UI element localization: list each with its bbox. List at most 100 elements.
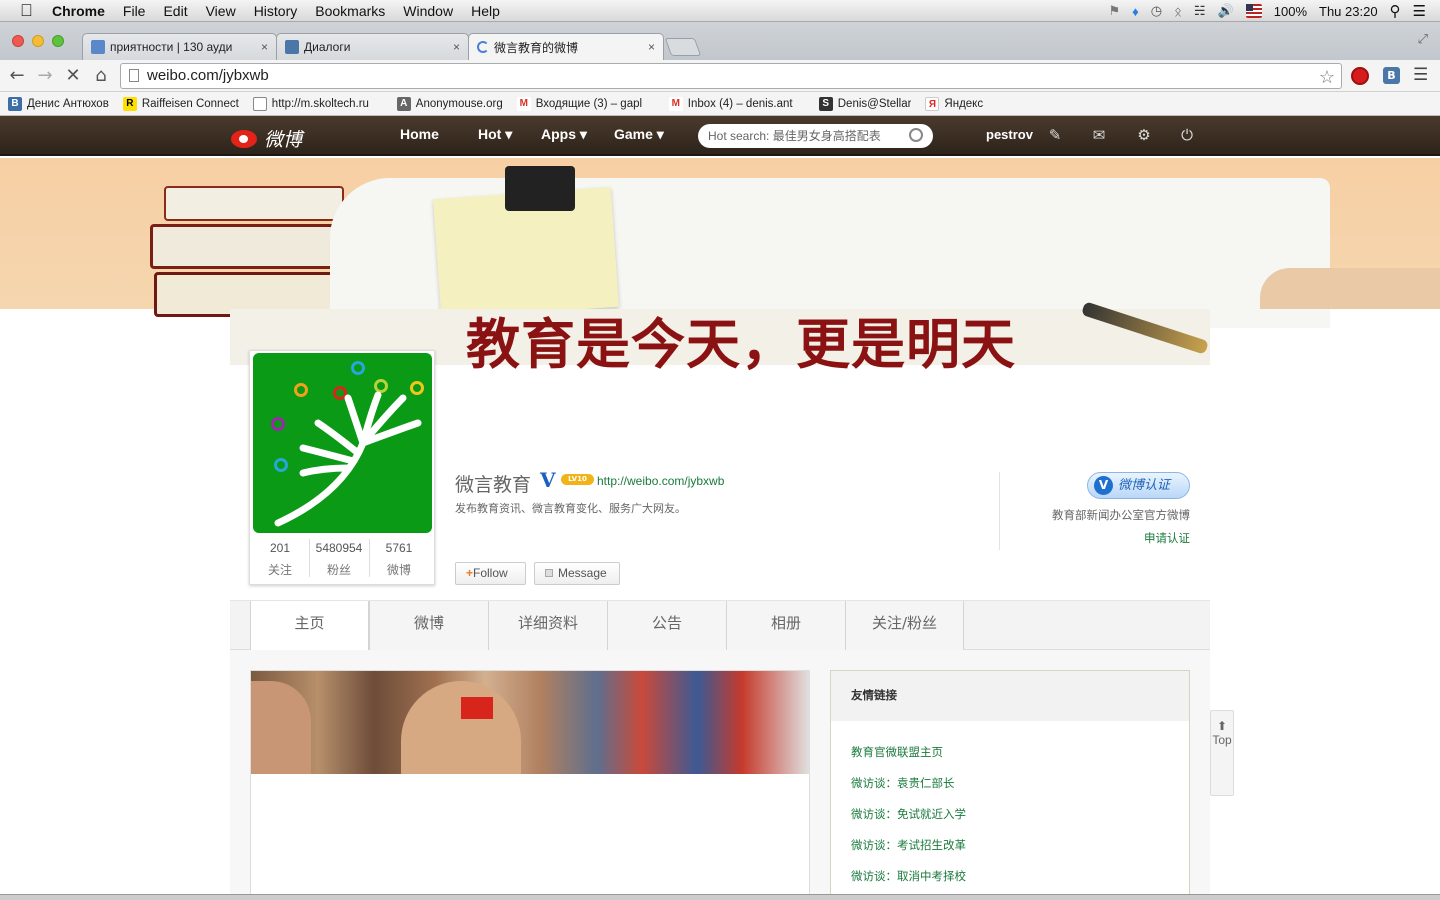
mail-icon[interactable]: ✉ [1090,126,1108,144]
follow-button[interactable]: +Follow [455,562,526,585]
browser-tab-strip: приятности | 130 ауди × Диалоги × 微言教育的微… [0,22,1440,60]
logout-icon[interactable]: ⏻ [1178,126,1196,144]
stat-value: 201 [269,541,291,555]
stop-loading-icon[interactable]: ✕ [63,66,83,86]
feature-photo-card [250,670,810,900]
stat-followers[interactable]: 5480954 粉丝 [309,541,369,578]
spotlight-icon[interactable]: ⚲ [1390,2,1401,20]
friend-link[interactable]: 微访谈：考试招生改革 [851,837,966,853]
window-zoom-button[interactable] [52,35,64,47]
address-url[interactable]: weibo.com/jybxwb [147,67,269,84]
hot-search-input[interactable]: Hot search: 最佳男女身高搭配表 [698,124,933,148]
bookmark-3[interactable]: http://m.skoltech.ru [252,96,383,111]
menu-help[interactable]: Help [471,3,500,19]
volume-icon[interactable]: 🔊 [1218,3,1234,19]
fullscreen-icon[interactable]: ⤢ [1418,32,1428,47]
friend-link[interactable]: 教育官微联盟主页 [851,744,943,760]
bookmark-2[interactable]: R Raiffeisen Connect [122,96,239,111]
bookmark-7[interactable]: S Denis@Stellar [818,96,911,111]
nav-hot[interactable]: Hot ▾ [478,126,512,143]
time-machine-icon[interactable]: ◷ [1151,3,1162,19]
browser-tab-3-active[interactable]: 微言教育的微博 × [468,33,664,60]
apply-verification-link[interactable]: 申请认证 [1144,530,1190,546]
menu-file[interactable]: File [123,3,146,19]
dropbox-icon[interactable]: ♦ [1132,4,1139,19]
back-to-top-button[interactable]: ⬆ Top [1210,710,1234,796]
username-link[interactable]: pestrov [986,127,1033,142]
verified-v-icon[interactable]: V [540,468,556,492]
battery-percent[interactable]: 100% [1274,4,1307,19]
top-label: Top [1212,733,1232,747]
status-bar [0,894,1440,900]
mac-menu-bar:  Chrome File Edit View History Bookmark… [0,0,1440,22]
browser-tab-1[interactable]: приятности | 130 ауди × [82,33,277,60]
tab-follow-fans[interactable]: 关注/粉丝 [845,601,964,651]
bookmark-1[interactable]: B Денис Антюхов [8,96,109,111]
menu-window[interactable]: Window [403,3,453,19]
stat-label: 微博 [386,563,411,577]
menu-icon[interactable]: ☰ [1413,65,1428,85]
apple-icon[interactable]:  [20,2,38,19]
weibo-verification-badge[interactable]: V 微博认证 [1087,472,1190,499]
weibo-logo[interactable]: 微博 [231,122,311,151]
tree-logo-icon [274,391,422,527]
tab-weibo[interactable]: 微博 [369,601,488,651]
window-minimize-button[interactable] [32,35,44,47]
menu-history[interactable]: History [254,3,298,19]
tab-album[interactable]: 相册 [726,601,845,651]
friend-link[interactable]: 微访谈：取消中考择校 [851,868,966,884]
menu-edit[interactable]: Edit [163,3,187,19]
notification-center-icon[interactable]: ☰ [1413,2,1426,20]
bookmark-star-icon[interactable]: ☆ [1319,65,1335,89]
profile-card: 201 关注 5480954 粉丝 5761 微博 [249,350,435,585]
tab-details[interactable]: 详细资料 [488,601,607,651]
nav-game[interactable]: Game ▾ [614,126,664,143]
home-icon[interactable]: ⌂ [91,66,111,86]
address-bar[interactable]: weibo.com/jybxwb ☆ [120,63,1342,89]
profile-url-link[interactable]: http://weibo.com/jybxwb [597,474,724,488]
nav-apps[interactable]: Apps ▾ [541,126,587,143]
yandex-icon: Я [925,96,940,111]
back-icon[interactable]: ← [7,66,27,86]
bookmark-label: Входящие (3) – gapl [535,97,643,110]
bookmark-4[interactable]: A Anonymouse.org [396,96,503,111]
tab-close-icon[interactable]: × [453,40,460,54]
avatar[interactable] [253,353,432,533]
bookmark-label: http://m.skoltech.ru [271,97,369,110]
forward-icon[interactable]: → [35,66,55,86]
notification-icon[interactable]: ⚑ [1108,3,1120,19]
menu-app-chrome[interactable]: Chrome [52,3,105,19]
nav-home[interactable]: Home [400,126,439,142]
children-flags-photo[interactable] [251,671,809,774]
verification-badge-label: 微博认证 [1118,478,1171,493]
stat-following[interactable]: 201 关注 [250,541,310,578]
friend-link[interactable]: 微访谈：袁贵仁部长 [851,775,955,791]
bookmarks-bar: B Денис Антюхов R Raiffeisen Connect http:… [0,92,1440,116]
us-flag-icon[interactable] [1245,4,1262,18]
tab-close-icon[interactable]: × [648,40,655,54]
menu-bookmarks[interactable]: Bookmarks [315,3,385,19]
clock[interactable]: Thu 23:20 [1319,4,1378,19]
bookmark-5[interactable]: M Входящие (3) – gapl [516,96,655,111]
friend-link[interactable]: 微访谈：免试就近入学 [851,806,966,822]
bluetooth-icon[interactable]: ᛟ [1174,4,1182,19]
browser-tab-2[interactable]: Диалоги × [276,33,469,60]
menu-view[interactable]: View [206,3,236,19]
new-tab-button[interactable] [664,38,702,56]
tab-home[interactable]: 主页 [250,601,369,652]
stat-posts[interactable]: 5761 微博 [369,541,429,578]
tab-announcements[interactable]: 公告 [607,601,726,651]
message-button[interactable]: Message [534,562,620,585]
level-badge[interactable]: LV10 [561,474,594,485]
window-close-button[interactable] [12,35,24,47]
wifi-icon[interactable]: ☵ [1194,3,1206,19]
tab-close-icon[interactable]: × [261,40,268,54]
bookmark-8[interactable]: Я Яндекс [925,96,983,111]
adblock-icon[interactable] [1351,67,1369,85]
bookmark-6[interactable]: M Inbox (4) – denis.ant [668,96,805,111]
vk-extension-icon[interactable]: B [1383,67,1400,84]
flag-icon [461,697,493,719]
settings-gear-icon[interactable]: ⚙ [1135,126,1153,144]
compose-icon[interactable]: ✎ [1046,126,1064,144]
search-icon[interactable] [909,128,923,142]
